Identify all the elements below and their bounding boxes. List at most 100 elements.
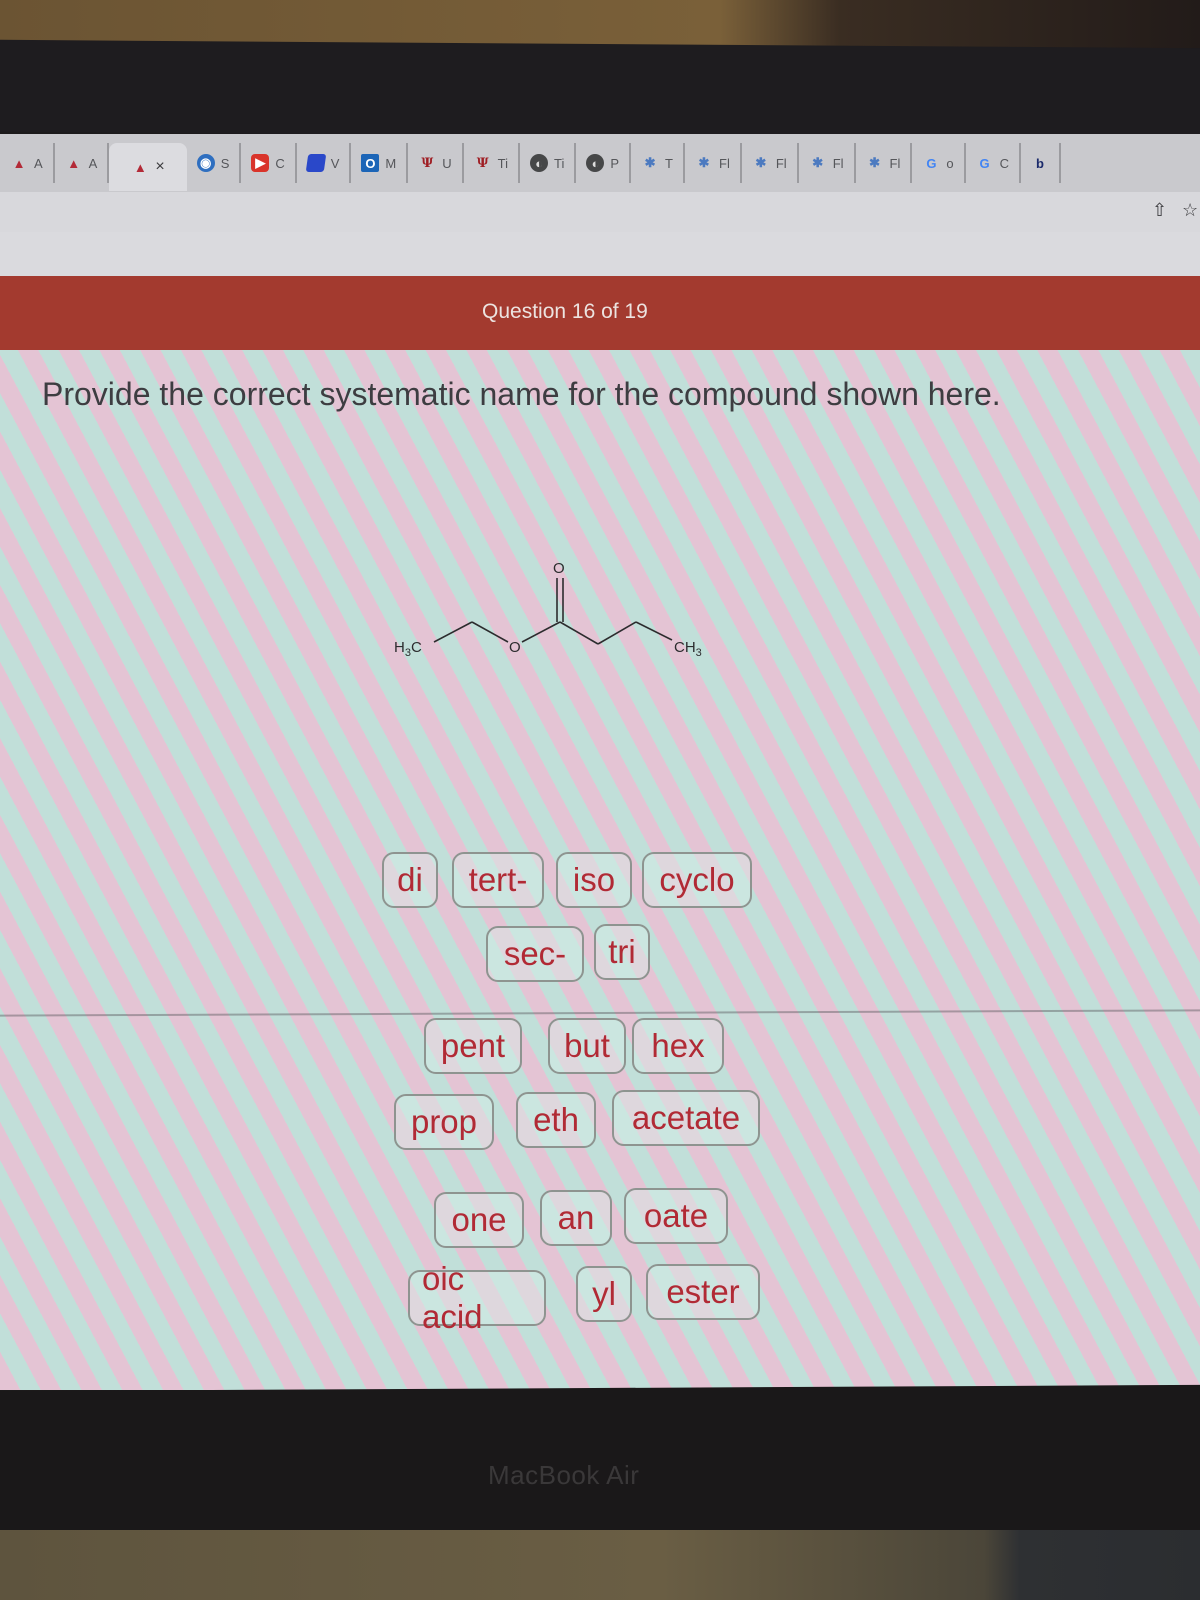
youtube-icon: ▶ xyxy=(251,154,270,172)
word-tile[interactable]: yl xyxy=(576,1266,632,1322)
share-icon[interactable]: ⇧ xyxy=(1152,200,1167,221)
word-tile[interactable]: acetate xyxy=(612,1090,760,1146)
ut-icon: Ψ xyxy=(421,155,434,171)
tab-label: A xyxy=(34,155,43,171)
question-counter: Question 16 of 19 xyxy=(482,300,648,323)
aleks-icon: ▲ xyxy=(12,155,26,171)
browser-tab[interactable]: ✱ Fl xyxy=(856,143,913,183)
tab-label: Fl xyxy=(889,155,901,171)
carbonyl-oxygen-label: O xyxy=(553,560,565,577)
spark-icon: ✱ xyxy=(755,155,767,170)
browser-tab[interactable]: Ψ Ti xyxy=(464,143,521,183)
browser-tab[interactable]: ▲ × xyxy=(109,143,187,191)
b-icon: b xyxy=(1036,155,1044,171)
tab-label: A xyxy=(88,155,98,171)
tab-label: Fl xyxy=(775,155,787,171)
word-tile[interactable]: cyclo xyxy=(642,852,752,908)
tab-label: T xyxy=(665,155,673,171)
spark-icon: ✱ xyxy=(869,155,880,170)
aleks-icon: ▲ xyxy=(67,155,81,171)
word-tile[interactable]: oic acid xyxy=(408,1260,546,1335)
molecule-structure: H3C O O CH3 xyxy=(394,560,702,659)
molecule-bonds xyxy=(433,578,673,645)
tab-label: C xyxy=(999,155,1009,171)
screen: ▲ A ▲ A ▲ × ◉ S ▶ C V O M Ψ U Ψ Ti ◐ Ti ◐ P ✱ T ✱ Fl ✱ Fl ✱ Fl ✱ Fl Go G… xyxy=(0,134,1200,1390)
blue-circle-icon: ◉ xyxy=(196,154,215,172)
browser-tab[interactable]: ✱ T xyxy=(631,143,685,183)
browser-tab[interactable]: ✱ Fl xyxy=(742,143,799,183)
question-content: Provide the correct systematic name for … xyxy=(0,350,1200,1390)
browser-tab-bar: ▲ A ▲ A ▲ × ◉ S ▶ C V O M Ψ U Ψ Ti ◐ Ti ◐ P ✱ T ✱ Fl ✱ Fl ✱ Fl ✱ Fl Go G… xyxy=(0,134,1200,192)
browser-tab[interactable]: ▲ A xyxy=(0,143,55,183)
tab-label: M xyxy=(385,155,397,171)
bond-c3-c4 xyxy=(559,621,599,645)
aleks-icon: ▲ xyxy=(133,159,147,175)
tab-label: V xyxy=(330,155,340,171)
word-tile[interactable]: but xyxy=(548,1018,626,1074)
bookmark-star-icon[interactable]: ☆ xyxy=(1182,200,1198,221)
browser-tab[interactable]: ▶ C xyxy=(241,143,297,183)
globe-icon: ◐ xyxy=(530,154,549,172)
browser-tab[interactable]: GC xyxy=(966,143,1021,183)
browser-tab[interactable]: Go xyxy=(912,143,966,183)
question-header-bar: Question 16 of 19 xyxy=(0,276,1200,350)
browser-tab[interactable]: ◐ Ti xyxy=(520,143,577,183)
google-icon: G xyxy=(979,155,990,171)
globe-icon: ◐ xyxy=(586,154,605,172)
word-tile[interactable]: sec- xyxy=(486,926,584,982)
laptop-bezel-top xyxy=(0,39,1200,141)
tab-label: Fl xyxy=(832,155,844,171)
ester-oxygen-label: O xyxy=(509,639,521,656)
word-tile[interactable]: hex xyxy=(632,1018,724,1074)
spark-icon: ✱ xyxy=(644,155,656,170)
h3c-label: H3C xyxy=(394,639,422,659)
bond-c4-c5 xyxy=(597,621,637,645)
tab-label: Ti xyxy=(497,155,509,171)
word-tile[interactable]: prop xyxy=(394,1094,494,1150)
google-icon: G xyxy=(926,155,937,171)
word-tile[interactable]: tert- xyxy=(452,852,544,908)
spark-icon: ✱ xyxy=(812,155,824,170)
browser-tab[interactable]: ✱ Fl xyxy=(685,143,742,183)
word-tile[interactable]: eth xyxy=(516,1092,596,1148)
browser-tab[interactable]: ✱ Fl xyxy=(799,143,856,183)
tab-label: o xyxy=(946,155,954,171)
word-tile[interactable]: one xyxy=(434,1192,524,1248)
tab-label: Fl xyxy=(719,155,730,171)
browser-tab[interactable]: ◐ P xyxy=(576,143,632,183)
outlook-icon: O xyxy=(361,154,380,172)
bond-c1-c2 xyxy=(433,621,473,643)
browser-tab[interactable]: ◉ S xyxy=(187,143,242,183)
tab-label: S xyxy=(220,155,230,171)
ch3-label: CH3 xyxy=(674,639,702,659)
word-tile[interactable]: ester xyxy=(646,1264,760,1320)
desk-surface xyxy=(0,1530,1200,1600)
browser-tab[interactable]: ΨU xyxy=(408,143,464,183)
spark-icon: ✱ xyxy=(698,155,710,170)
tab-label: Ti xyxy=(554,155,565,171)
word-tile[interactable]: pent xyxy=(424,1018,522,1074)
browser-toolbar-lower xyxy=(0,232,1200,276)
word-tile[interactable]: an xyxy=(540,1190,612,1246)
section-divider xyxy=(0,1009,1200,1017)
question-prompt: Provide the correct systematic name for … xyxy=(42,376,1001,412)
browser-tab[interactable]: V xyxy=(297,143,352,183)
blue-stack-icon xyxy=(305,154,327,172)
browser-toolbar: ⇧ ☆ xyxy=(0,192,1200,232)
device-label: MacBook Air xyxy=(488,1460,640,1490)
browser-tab[interactable]: OM xyxy=(351,143,409,183)
tab-label: P xyxy=(610,155,620,171)
browser-tab[interactable]: b xyxy=(1021,143,1061,183)
tab-label: C xyxy=(275,155,285,171)
word-tile[interactable]: di xyxy=(382,852,438,908)
word-tile[interactable]: oate xyxy=(624,1188,728,1244)
word-tile[interactable]: iso xyxy=(556,852,632,908)
bond-c2-o xyxy=(471,621,509,643)
browser-tab[interactable]: ▲ A xyxy=(55,143,110,183)
close-tab-icon[interactable]: × xyxy=(155,158,164,176)
word-tile[interactable]: tri xyxy=(594,924,650,980)
ut-icon: Ψ xyxy=(476,155,489,171)
bond-c5-c6 xyxy=(635,621,673,641)
bond-o-c3 xyxy=(521,621,561,643)
tab-label: U xyxy=(442,155,452,171)
